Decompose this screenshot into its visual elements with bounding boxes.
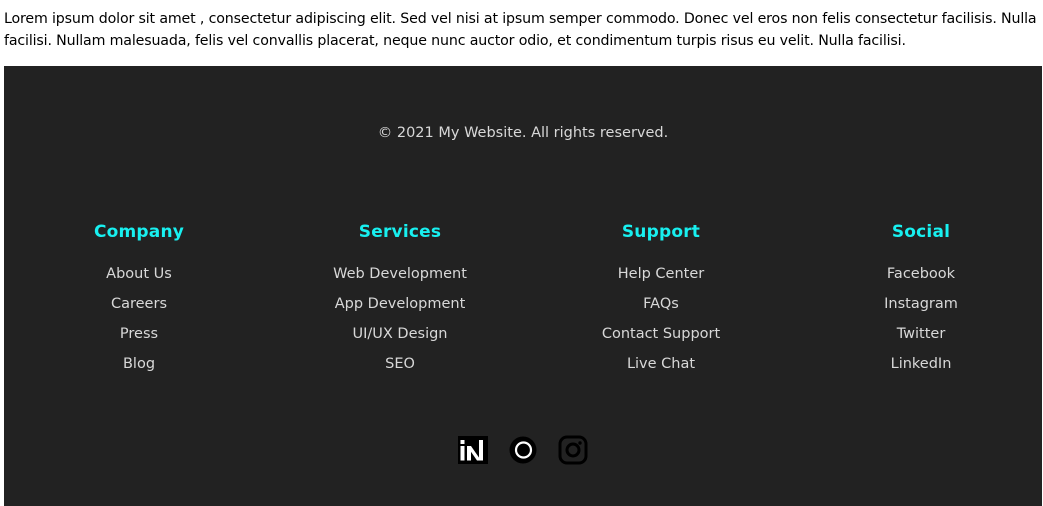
footer-link[interactable]: Blog <box>123 356 155 372</box>
circle-logo-icon[interactable] <box>507 432 539 468</box>
list-item: Live Chat <box>541 352 781 382</box>
footer-column-services: Services Web Development App Development… <box>280 220 520 382</box>
footer-link[interactable]: Live Chat <box>627 356 695 372</box>
column-heading: Support <box>621 222 701 242</box>
footer-column-social: Social Facebook Instagram Twitter Linked… <box>801 220 1041 382</box>
column-heading: Social <box>891 222 951 242</box>
link-list: Help Center FAQs Contact Support Live Ch… <box>541 262 781 382</box>
copyright-text: © 2021 My Website. All rights reserved. <box>377 125 669 141</box>
list-item: Help Center <box>541 262 781 292</box>
social-icons-row <box>4 432 1042 468</box>
list-item: UI/UX Design <box>280 322 520 352</box>
instagram-icon[interactable] <box>557 432 589 468</box>
list-item: Press <box>19 322 259 352</box>
footer-link[interactable]: Contact Support <box>602 326 720 342</box>
list-item: FAQs <box>541 292 781 322</box>
link-list: Web Development App Development UI/UX De… <box>280 262 520 382</box>
footer-link[interactable]: Press <box>120 326 158 342</box>
list-item: LinkedIn <box>801 352 1041 382</box>
list-item: Instagram <box>801 292 1041 322</box>
footer-link[interactable]: Facebook <box>887 266 955 282</box>
footer-link[interactable]: Web Development <box>333 266 467 282</box>
column-heading: Services <box>358 222 442 242</box>
column-heading: Company <box>93 222 185 242</box>
intro-paragraph: Lorem ipsum dolor sit amet , consectetur… <box>4 11 1037 49</box>
link-list: About Us Careers Press Blog <box>19 262 259 382</box>
footer-link[interactable]: Careers <box>111 296 167 312</box>
list-item: Blog <box>19 352 259 382</box>
footer-link[interactable]: UI/UX Design <box>353 326 448 342</box>
list-item: Careers <box>19 292 259 322</box>
list-item: Facebook <box>801 262 1041 292</box>
list-item: Twitter <box>801 322 1041 352</box>
list-item: About Us <box>19 262 259 292</box>
footer-column-company: Company About Us Careers Press Blog <box>19 220 259 382</box>
footer-link[interactable]: Twitter <box>897 326 946 342</box>
list-item: App Development <box>280 292 520 322</box>
footer-link[interactable]: SEO <box>385 356 415 372</box>
footer-link[interactable]: Help Center <box>618 266 704 282</box>
linkedin-icon[interactable] <box>457 432 489 468</box>
list-item: Web Development <box>280 262 520 292</box>
footer-column-support: Support Help Center FAQs Contact Support… <box>541 220 781 382</box>
site-footer: © 2021 My Website. All rights reserved. … <box>4 66 1042 506</box>
footer-link[interactable]: FAQs <box>643 296 679 312</box>
list-item: Contact Support <box>541 322 781 352</box>
footer-link[interactable]: App Development <box>335 296 466 312</box>
footer-link[interactable]: Instagram <box>884 296 958 312</box>
footer-link[interactable]: About Us <box>106 266 172 282</box>
footer-link[interactable]: LinkedIn <box>891 356 952 372</box>
list-item: SEO <box>280 352 520 382</box>
link-list: Facebook Instagram Twitter LinkedIn <box>801 262 1041 382</box>
